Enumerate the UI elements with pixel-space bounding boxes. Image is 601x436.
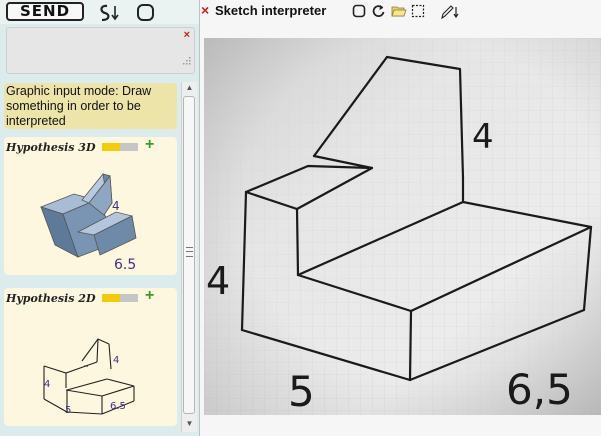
status-message: Graphic input mode: Draw something in or… [4,83,177,129]
panel-header: × Sketch interpreter [200,0,601,22]
selection-icon[interactable] [411,4,425,23]
open-folder-icon[interactable] [391,4,407,23]
text-input-box[interactable]: × [6,27,195,74]
sketch-label-front-width: 5 [288,367,315,415]
confidence-bar [102,143,138,151]
sketch-label-left-height: 4 [206,259,230,303]
sketch-interpreter-panel: × Sketch interpreter 4 4 5 6,5 [200,0,601,436]
add-hypothesis-button[interactable]: + [145,136,154,154]
rounded-square-icon[interactable] [136,3,156,28]
scroll-grip-icon [186,247,193,257]
pen-icon[interactable] [440,4,460,25]
label-left: 4 [44,379,50,390]
confidence-fill [102,143,120,151]
label-depth: 6.5 [114,257,136,273]
sketch-label-top-height: 4 [472,117,494,157]
label-front: 5 [65,405,71,416]
label-height: 4 [112,199,120,213]
square-icon[interactable] [352,4,366,23]
scroll-up-arrow-icon[interactable]: ▲ [182,82,197,94]
hypothesis-card-3d[interactable]: Hypothesis 3D + 4 6.5 [4,136,177,275]
confidence-fill [102,294,120,302]
resize-grip-icon[interactable] [183,52,191,70]
panel-title: Sketch interpreter [215,3,327,18]
close-panel-button[interactable]: × [201,2,209,18]
confidence-bar [102,294,138,302]
hypothesis-list: Graphic input mode: Draw something in or… [4,82,179,432]
hypothesis-card-2d[interactable]: Hypothesis 2D + 4 4 5 6.5 [4,287,177,426]
model-3d-preview: 4 6.5 [39,173,137,273]
hypothesis-title: Hypothesis 2D [6,292,96,305]
hypothesis-title: Hypothesis 3D [6,141,96,154]
top-toolbar: SEND [0,0,199,24]
pen-arrow-icon[interactable] [98,3,122,28]
clear-input-button[interactable]: × [184,29,190,41]
undo-icon[interactable] [372,4,386,23]
label-right: 6.5 [110,401,126,412]
left-panel: SEND × Graphic input mode: Draw somethin… [0,0,200,436]
sketch-canvas[interactable]: 4 4 5 6,5 [204,38,601,415]
sketch-label-right-depth: 6,5 [506,365,573,414]
scroll-thumb[interactable] [183,96,195,414]
model-2d-preview: 4 4 5 6.5 [43,338,135,416]
label-top: 4 [113,355,119,366]
vertical-scrollbar[interactable]: ▲ ▼ [181,82,197,432]
scroll-down-arrow-icon[interactable]: ▼ [182,418,197,430]
add-hypothesis-button[interactable]: + [145,287,154,305]
send-button[interactable]: SEND [6,2,84,21]
